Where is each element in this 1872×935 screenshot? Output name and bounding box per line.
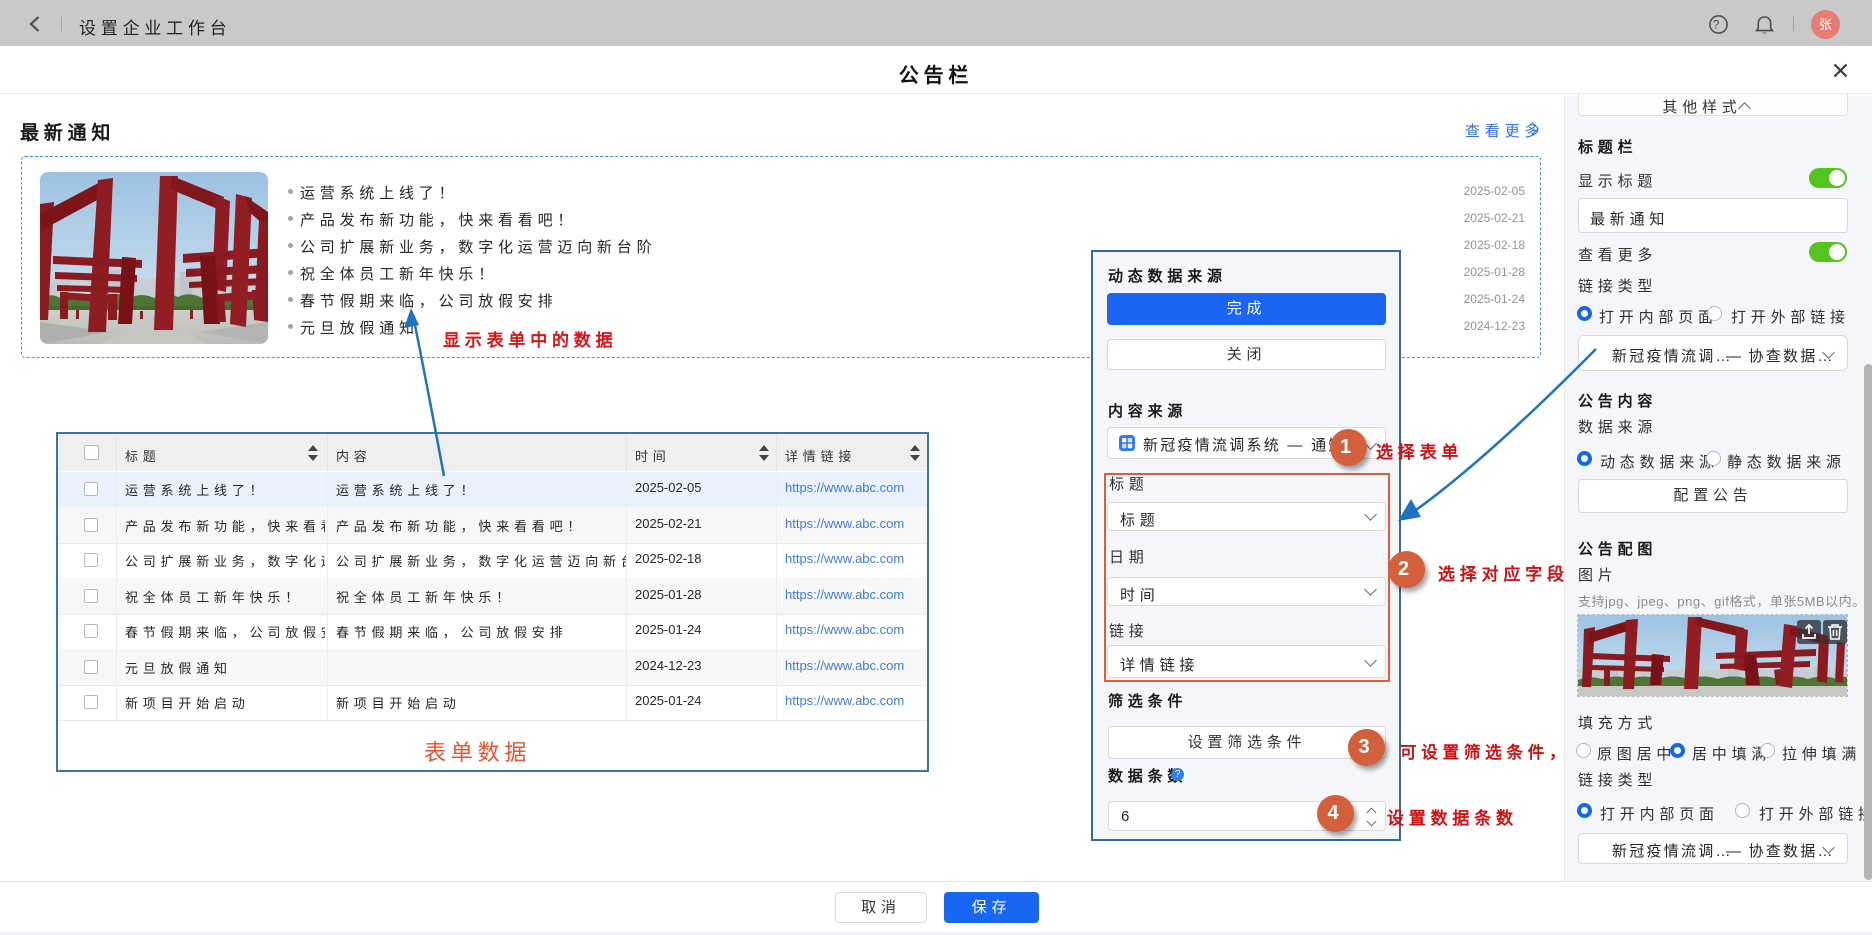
svg-text:?: ? [1713, 18, 1724, 32]
